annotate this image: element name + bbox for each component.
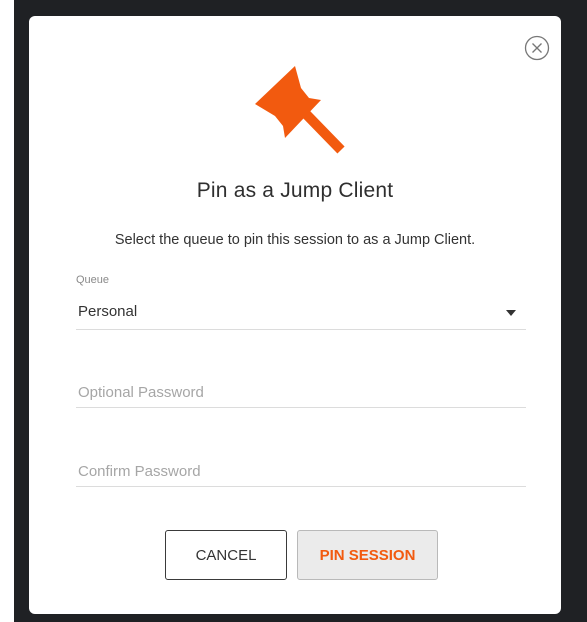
close-icon[interactable] <box>524 35 550 61</box>
cancel-button[interactable]: CANCEL <box>165 530 287 580</box>
queue-selected-value: Personal <box>78 303 138 320</box>
caret-down-icon <box>506 310 516 316</box>
optional-password-input[interactable] <box>76 378 526 408</box>
pin-jump-client-dialog: Pin as a Jump Client Select the queue to… <box>29 16 561 614</box>
dialog-subtitle: Select the queue to pin this session to … <box>114 232 476 248</box>
confirm-password-input[interactable] <box>76 457 526 487</box>
dialog-title: Pin as a Jump Client <box>196 179 394 202</box>
queue-label: Queue <box>76 274 110 286</box>
queue-select[interactable]: Personal <box>76 299 526 330</box>
pin-session-button[interactable]: PIN SESSION <box>297 530 438 580</box>
pushpin-icon <box>255 66 345 154</box>
